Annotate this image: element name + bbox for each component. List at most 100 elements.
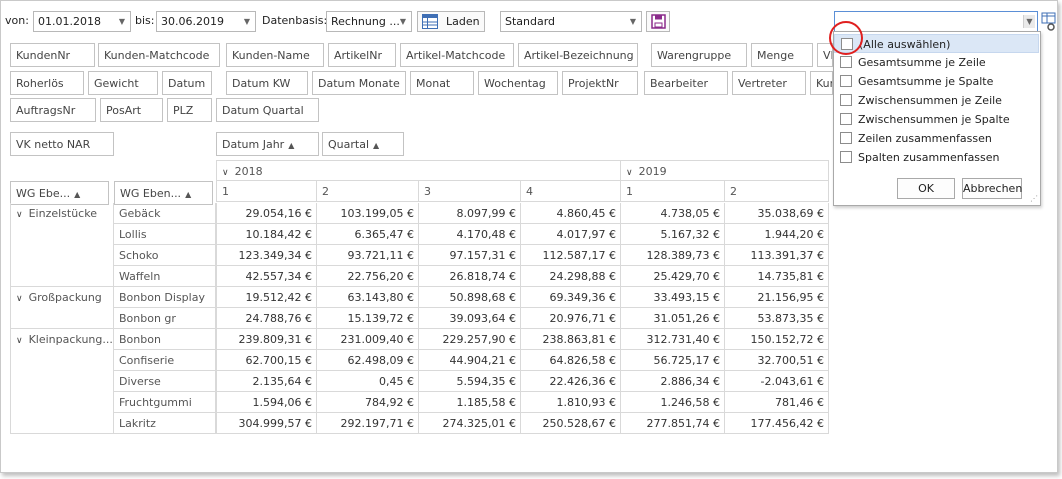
- checkbox[interactable]: [840, 94, 852, 106]
- from-date-combo[interactable]: 01.01.2018 ▼: [33, 11, 131, 32]
- quarter-header[interactable]: 3: [419, 181, 521, 202]
- value-cell: 2.135,64 €: [216, 371, 317, 392]
- settings-grid-icon[interactable]: [1041, 12, 1057, 32]
- option-item[interactable]: (Alle auswählen): [834, 34, 1039, 53]
- chevron-down-icon[interactable]: ∨: [16, 210, 23, 220]
- to-date-combo[interactable]: 30.06.2019 ▼: [156, 11, 256, 32]
- checkbox[interactable]: [840, 113, 852, 125]
- chevron-down-icon[interactable]: ▼: [627, 15, 639, 28]
- option-item[interactable]: Zwischensummen je Zeile: [834, 91, 1039, 110]
- column-field-label: Datum Jahr: [222, 138, 285, 151]
- value-cell: 229.257,90 €: [419, 329, 521, 350]
- chevron-down-icon[interactable]: ∨: [222, 168, 229, 178]
- chevron-down-icon[interactable]: ∨: [626, 168, 633, 178]
- value-cell: 781,46 €: [725, 392, 829, 413]
- year-label: 2019: [638, 165, 667, 178]
- chevron-down-icon[interactable]: ∨: [16, 336, 23, 346]
- field-chip[interactable]: Gewicht: [88, 71, 158, 95]
- option-item[interactable]: Spalten zusammenfassen: [834, 148, 1039, 167]
- field-chip[interactable]: Roherlös: [10, 71, 84, 95]
- field-chip[interactable]: Datum KW: [226, 71, 308, 95]
- ok-button[interactable]: OK: [897, 178, 955, 199]
- checkbox[interactable]: [840, 75, 852, 87]
- row-field-level2[interactable]: WG Eben... ▲: [114, 181, 213, 205]
- field-chip[interactable]: Vertreter: [732, 71, 806, 95]
- row-group-header[interactable]: ∨ Einzelstücke: [10, 203, 114, 287]
- field-chip[interactable]: Menge: [751, 43, 813, 67]
- quarter-header[interactable]: 2: [317, 181, 419, 202]
- field-chip[interactable]: Datum Quartal: [216, 98, 319, 122]
- value-cell: 4.738,05 €: [621, 203, 725, 224]
- field-chip[interactable]: Warengruppe: [651, 43, 747, 67]
- checkbox[interactable]: [840, 56, 852, 68]
- chevron-down-icon[interactable]: ∨: [16, 294, 23, 304]
- row-group-header[interactable]: ∨ Kleinpackung...: [10, 329, 114, 434]
- field-chip[interactable]: Artikel-Bezeichnung: [518, 43, 638, 67]
- field-chip[interactable]: Bearbeiter: [644, 71, 728, 95]
- value-cell: 6.365,47 €: [317, 224, 419, 245]
- quarter-header[interactable]: 4: [521, 181, 621, 202]
- year-header-2018[interactable]: ∨ 2018: [216, 160, 621, 181]
- field-chip[interactable]: Datum: [162, 71, 212, 95]
- value-cell: 304.999,57 €: [216, 413, 317, 434]
- row-field-label: WG Ebe...: [16, 187, 71, 200]
- chevron-down-icon[interactable]: ▼: [241, 15, 253, 28]
- quarter-header[interactable]: 1: [216, 181, 317, 202]
- field-chip[interactable]: PosArt: [100, 98, 163, 122]
- value-cell: 1.944,20 €: [725, 224, 829, 245]
- chevron-down-icon[interactable]: ▼: [1023, 15, 1035, 28]
- value-cell: 14.735,81 €: [725, 266, 829, 287]
- field-chip[interactable]: Artikel-Matchcode: [400, 43, 514, 67]
- checkbox[interactable]: [840, 132, 852, 144]
- basis-combo[interactable]: Rechnung ... ▼: [326, 11, 412, 32]
- field-chip[interactable]: Kunden-Name: [226, 43, 324, 67]
- data-field-chip[interactable]: VK netto NAR: [10, 132, 114, 156]
- value-cell: 274.325,01 €: [419, 413, 521, 434]
- column-field-year[interactable]: Datum Jahr ▲: [216, 132, 319, 156]
- chevron-down-icon[interactable]: ▼: [397, 15, 409, 28]
- field-chip[interactable]: AuftragsNr: [10, 98, 96, 122]
- value-cell: 15.139,72 €: [317, 308, 419, 329]
- row-label: Confiserie: [114, 350, 216, 371]
- option-item[interactable]: Gesamtsumme je Spalte: [834, 72, 1039, 91]
- value-cell: -2.043,61 €: [725, 371, 829, 392]
- value-cell: 312.731,40 €: [621, 329, 725, 350]
- row-field-level1[interactable]: WG Ebe... ▲: [10, 181, 109, 205]
- field-chip[interactable]: ProjektNr: [562, 71, 638, 95]
- value-cell: 56.725,17 €: [621, 350, 725, 371]
- value-cell: 93.721,11 €: [317, 245, 419, 266]
- quarter-header[interactable]: 1: [621, 181, 725, 202]
- value-cell: 50.898,68 €: [419, 287, 521, 308]
- field-chip[interactable]: Datum Monate: [312, 71, 406, 95]
- column-field-quarter[interactable]: Quartal ▲: [322, 132, 404, 156]
- load-label: Laden: [446, 15, 480, 28]
- load-button[interactable]: Laden: [417, 11, 485, 32]
- field-chip[interactable]: Monat: [410, 71, 474, 95]
- field-chip[interactable]: Kund: [810, 71, 833, 95]
- chevron-down-icon[interactable]: ▼: [116, 15, 128, 28]
- row-group-label: Kleinpackung...: [28, 333, 113, 346]
- option-item[interactable]: Zeilen zusammenfassen: [834, 129, 1039, 148]
- layout-combo[interactable]: Standard ▼: [500, 11, 642, 32]
- option-item[interactable]: Zwischensummen je Spalte: [834, 110, 1039, 129]
- row-label: Bonbon: [114, 329, 216, 350]
- field-chip[interactable]: Wochentag: [478, 71, 558, 95]
- resize-grip-icon[interactable]: ⋰: [1030, 194, 1038, 203]
- field-chip[interactable]: ArtikelNr: [328, 43, 396, 67]
- options-combo[interactable]: ▼: [834, 11, 1038, 32]
- checkbox[interactable]: [840, 151, 852, 163]
- year-header-2019[interactable]: ∨ 2019: [621, 160, 829, 181]
- option-item[interactable]: Gesamtsumme je Zeile: [834, 53, 1039, 72]
- sort-asc-icon: ▲: [288, 141, 295, 150]
- field-chip[interactable]: Kunden-Matchcode: [98, 43, 220, 67]
- value-cell: 1.594,06 €: [216, 392, 317, 413]
- field-chip[interactable]: KundenNr: [10, 43, 95, 67]
- row-label: Lollis: [114, 224, 216, 245]
- value-cell: 21.156,95 €: [725, 287, 829, 308]
- quarter-header[interactable]: 2: [725, 181, 829, 202]
- row-group-header[interactable]: ∨ Großpackung: [10, 287, 114, 329]
- value-cell: 53.873,35 €: [725, 308, 829, 329]
- cancel-button[interactable]: Abbrechen: [962, 178, 1022, 199]
- save-layout-button[interactable]: [646, 11, 670, 32]
- field-chip[interactable]: PLZ: [167, 98, 212, 122]
